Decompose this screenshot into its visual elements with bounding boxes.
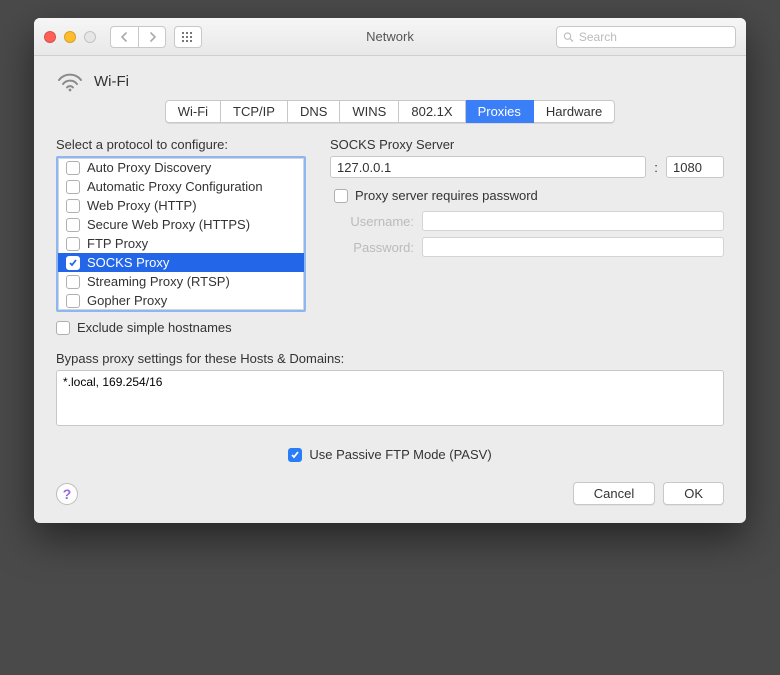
protocol-item[interactable]: Gopher Proxy bbox=[58, 291, 304, 310]
proxy-port-input[interactable] bbox=[666, 156, 724, 178]
tab-802-1x[interactable]: 802.1X bbox=[399, 100, 465, 123]
titlebar: Network bbox=[34, 18, 746, 56]
help-button[interactable]: ? bbox=[56, 483, 78, 505]
protocol-label: Secure Web Proxy (HTTPS) bbox=[87, 217, 250, 232]
wifi-icon bbox=[56, 70, 84, 92]
zoom-icon[interactable] bbox=[84, 31, 96, 43]
protocol-item[interactable]: Web Proxy (HTTP) bbox=[58, 196, 304, 215]
proxy-host-input[interactable] bbox=[330, 156, 646, 178]
protocol-select-label: Select a protocol to configure: bbox=[56, 137, 306, 152]
back-button[interactable] bbox=[110, 26, 138, 48]
cancel-button[interactable]: Cancel bbox=[573, 482, 655, 505]
show-all-button[interactable] bbox=[174, 26, 202, 48]
password-label: Password: bbox=[330, 240, 422, 255]
search-icon bbox=[563, 31, 574, 43]
tabs: Wi-FiTCP/IPDNSWINS802.1XProxiesHardware bbox=[56, 100, 724, 123]
tab-tcp-ip[interactable]: TCP/IP bbox=[221, 100, 288, 123]
protocol-checkbox[interactable] bbox=[66, 256, 80, 270]
protocol-item[interactable]: Streaming Proxy (RTSP) bbox=[58, 272, 304, 291]
username-label: Username: bbox=[330, 214, 422, 229]
auth-required-checkbox[interactable] bbox=[334, 189, 348, 203]
protocol-checkbox[interactable] bbox=[66, 275, 80, 289]
tab-wi-fi[interactable]: Wi-Fi bbox=[165, 100, 221, 123]
nav-buttons bbox=[110, 26, 166, 48]
protocol-item[interactable]: Automatic Proxy Configuration bbox=[58, 177, 304, 196]
server-label: SOCKS Proxy Server bbox=[330, 137, 724, 152]
protocol-checkbox[interactable] bbox=[66, 161, 80, 175]
window-controls bbox=[44, 31, 96, 43]
protocol-checkbox[interactable] bbox=[66, 294, 80, 308]
protocol-label: Web Proxy (HTTP) bbox=[87, 198, 197, 213]
tab-hardware[interactable]: Hardware bbox=[534, 100, 615, 123]
protocol-checkbox[interactable] bbox=[66, 218, 80, 232]
protocol-label: Gopher Proxy bbox=[87, 293, 167, 308]
content: Wi-Fi Wi-FiTCP/IPDNSWINS802.1XProxiesHar… bbox=[34, 56, 746, 523]
tab-proxies[interactable]: Proxies bbox=[466, 100, 534, 123]
network-preferences-window: Network Wi-Fi Wi-FiTCP/IPDNSWINS802.1XPr… bbox=[34, 18, 746, 523]
protocol-label: SOCKS Proxy bbox=[87, 255, 169, 270]
protocol-label: Streaming Proxy (RTSP) bbox=[87, 274, 230, 289]
service-header: Wi-Fi bbox=[56, 70, 724, 92]
username-field[interactable] bbox=[422, 211, 724, 231]
pasv-checkbox[interactable] bbox=[288, 448, 302, 462]
pasv-label: Use Passive FTP Mode (PASV) bbox=[309, 447, 491, 462]
close-icon[interactable] bbox=[44, 31, 56, 43]
protocol-label: Auto Proxy Discovery bbox=[87, 160, 211, 175]
protocol-label: Automatic Proxy Configuration bbox=[87, 179, 263, 194]
protocol-checkbox[interactable] bbox=[66, 180, 80, 194]
tab-wins[interactable]: WINS bbox=[340, 100, 399, 123]
exclude-hostnames-label: Exclude simple hostnames bbox=[77, 320, 232, 335]
search-input-wrap[interactable] bbox=[556, 26, 736, 48]
search-input[interactable] bbox=[579, 30, 729, 44]
protocol-list[interactable]: Auto Proxy Discovery Automatic Proxy Conf… bbox=[56, 156, 306, 312]
protocol-item[interactable]: Auto Proxy Discovery bbox=[58, 158, 304, 177]
forward-button[interactable] bbox=[138, 26, 166, 48]
bypass-label: Bypass proxy settings for these Hosts & … bbox=[56, 351, 724, 366]
auth-required-label: Proxy server requires password bbox=[355, 188, 538, 203]
ok-button[interactable]: OK bbox=[663, 482, 724, 505]
protocol-checkbox[interactable] bbox=[66, 199, 80, 213]
protocol-checkbox[interactable] bbox=[66, 237, 80, 251]
minimize-icon[interactable] bbox=[64, 31, 76, 43]
password-field[interactable] bbox=[422, 237, 724, 257]
protocol-item[interactable]: Secure Web Proxy (HTTPS) bbox=[58, 215, 304, 234]
tab-dns[interactable]: DNS bbox=[288, 100, 340, 123]
exclude-hostnames-checkbox[interactable] bbox=[56, 321, 70, 335]
host-port-separator: : bbox=[652, 160, 660, 175]
service-name: Wi-Fi bbox=[94, 73, 129, 90]
protocol-label: FTP Proxy bbox=[87, 236, 148, 251]
protocol-item[interactable]: FTP Proxy bbox=[58, 234, 304, 253]
protocol-item[interactable]: SOCKS Proxy bbox=[58, 253, 304, 272]
bypass-textarea[interactable] bbox=[56, 370, 724, 426]
